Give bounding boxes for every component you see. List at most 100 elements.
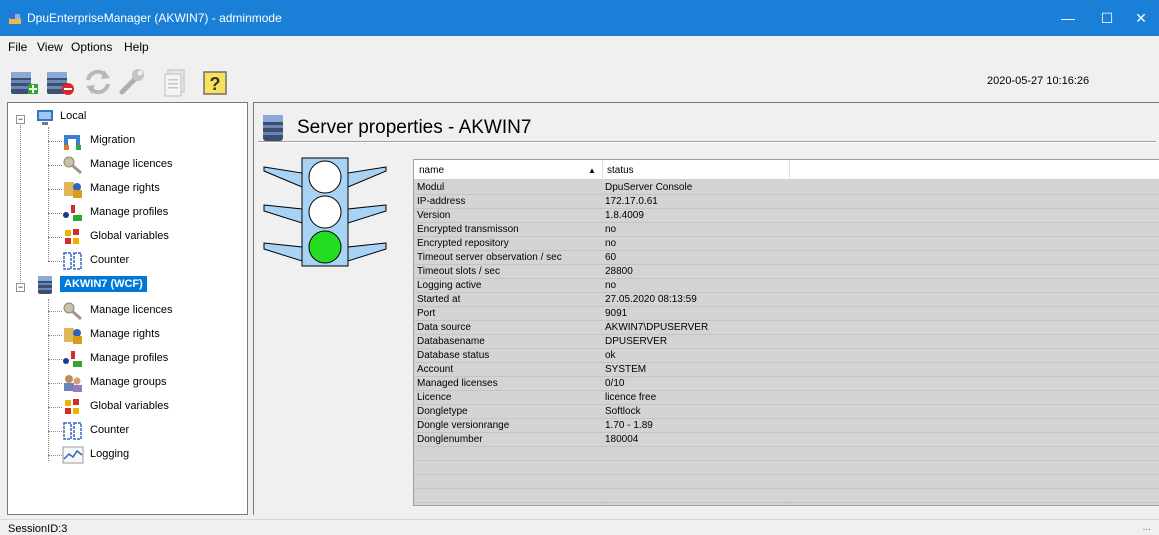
column-header-status[interactable]: status bbox=[607, 165, 634, 176]
table-row[interactable]: Version 1.8.4009 bbox=[414, 209, 1159, 223]
tree-node-local[interactable]: Local bbox=[28, 107, 228, 127]
property-value-cell: SYSTEM bbox=[605, 364, 647, 375]
remove-server-icon[interactable] bbox=[44, 66, 76, 98]
property-value-cell: AKWIN7\DPUSERVER bbox=[605, 322, 709, 333]
property-value-cell: DPUSERVER bbox=[605, 336, 668, 347]
table-row[interactable]: Database status ok bbox=[414, 349, 1159, 363]
tree-node-label: Counter bbox=[90, 424, 130, 436]
tree-branch-line bbox=[48, 165, 62, 166]
tree-node-server-manage-profiles[interactable]: Manage profiles bbox=[62, 349, 242, 369]
tree-branch-line bbox=[48, 359, 62, 360]
collapse-local-toggle[interactable]: − bbox=[16, 115, 25, 124]
green-lamp-on bbox=[308, 230, 342, 264]
table-row[interactable]: Donglenumber 180004 bbox=[414, 433, 1159, 447]
property-value-cell: no bbox=[605, 280, 617, 291]
tree-node-local-global-variables[interactable]: Global variables bbox=[62, 227, 242, 247]
table-row[interactable]: Licence licence free bbox=[414, 391, 1159, 405]
tree-node-local-manage-licences[interactable]: Manage licences bbox=[62, 155, 242, 175]
property-value-cell: DpuServer Console bbox=[605, 182, 693, 193]
server-icon bbox=[263, 115, 283, 141]
column-divider[interactable] bbox=[602, 160, 603, 180]
global-variables-icon bbox=[65, 399, 79, 414]
content-panel: Server properties - AKWIN7 name ▲ status… bbox=[253, 102, 1159, 515]
help-icon[interactable]: ? bbox=[199, 66, 231, 98]
table-row[interactable]: Databasename DPUSERVER bbox=[414, 335, 1159, 349]
table-row[interactable]: Managed licenses 0/10 bbox=[414, 377, 1159, 391]
page-title: Server properties - AKWIN7 bbox=[297, 117, 532, 138]
sort-ascending-icon: ▲ bbox=[588, 166, 596, 175]
tree-branch-line bbox=[48, 261, 62, 262]
property-name-cell: Modul bbox=[417, 182, 445, 193]
tree-node-label: Counter bbox=[90, 254, 130, 266]
properties-table[interactable]: name ▲ status Modul DpuServer Console IP-a… bbox=[413, 159, 1159, 506]
menu-file[interactable]: File bbox=[8, 40, 27, 54]
property-name-cell: Port bbox=[417, 308, 436, 319]
table-row[interactable]: Port 9091 bbox=[414, 307, 1159, 321]
table-row[interactable]: Timeout server observation / sec 60 bbox=[414, 251, 1159, 265]
document-icon[interactable] bbox=[160, 66, 192, 98]
tree-branch-line bbox=[48, 189, 62, 190]
title-divider bbox=[258, 141, 1156, 143]
property-name-cell: Logging active bbox=[417, 280, 482, 291]
tree-node-server-manage-rights[interactable]: Manage rights bbox=[62, 325, 242, 345]
column-divider[interactable] bbox=[789, 160, 790, 180]
tree-branch-line bbox=[48, 383, 62, 384]
close-button[interactable]: ✕ bbox=[1118, 0, 1159, 36]
property-name-cell: Dongletype bbox=[417, 406, 468, 417]
add-server-icon[interactable] bbox=[8, 66, 40, 98]
tree-node-local-counter[interactable]: Counter bbox=[62, 251, 242, 271]
settings-wrench-icon[interactable] bbox=[116, 66, 148, 98]
datetime-display: 2020-05-27 10:16:26 bbox=[987, 75, 1090, 87]
property-value-cell: Softlock bbox=[605, 406, 641, 417]
tree-node-label: Manage licences bbox=[90, 158, 173, 170]
table-row[interactable]: Data source AKWIN7\DPUSERVER bbox=[414, 321, 1159, 335]
collapse-server-toggle[interactable]: − bbox=[16, 283, 25, 292]
menu-options[interactable]: Options bbox=[71, 40, 112, 54]
column-header-name[interactable]: name bbox=[419, 165, 444, 176]
table-row[interactable] bbox=[414, 461, 1159, 475]
svg-text:?: ? bbox=[210, 74, 221, 94]
table-row[interactable]: Encrypted repository no bbox=[414, 237, 1159, 251]
menu-view[interactable]: View bbox=[37, 40, 63, 54]
global-variables-icon bbox=[65, 229, 79, 244]
key-icon bbox=[63, 302, 82, 321]
computer-icon bbox=[37, 110, 53, 125]
resize-grip[interactable]: ... bbox=[1143, 522, 1151, 533]
property-name-cell: Encrypted transmisson bbox=[417, 224, 519, 235]
table-row[interactable] bbox=[414, 447, 1159, 461]
tree-node-migration[interactable]: Migration bbox=[62, 131, 242, 151]
table-row[interactable] bbox=[414, 489, 1159, 503]
table-row[interactable]: Account SYSTEM bbox=[414, 363, 1159, 377]
table-row[interactable]: Modul DpuServer Console bbox=[414, 181, 1159, 195]
property-value-cell: 1.70 - 1.89 bbox=[605, 420, 653, 431]
table-row[interactable]: Logging active no bbox=[414, 279, 1159, 293]
tree-node-label: Manage rights bbox=[90, 182, 160, 194]
tree-node-server[interactable]: AKWIN7 (WCF) bbox=[34, 275, 234, 295]
tree-node-server-manage-licences[interactable]: Manage licences bbox=[62, 301, 242, 321]
tree-node-label: Manage groups bbox=[90, 376, 167, 388]
tree-node-server-logging[interactable]: Logging bbox=[62, 445, 242, 465]
traffic-light-icon bbox=[263, 157, 387, 267]
tree-node-server-manage-groups[interactable]: Manage groups bbox=[62, 373, 242, 393]
tree-node-label: Local bbox=[60, 110, 87, 122]
red-lamp-off bbox=[308, 160, 342, 194]
menu-help[interactable]: Help bbox=[124, 40, 149, 54]
table-row[interactable]: Started at 27.05.2020 08:13:59 bbox=[414, 293, 1159, 307]
property-value-cell: 172.17.0.61 bbox=[605, 196, 658, 207]
table-row[interactable]: Encrypted transmisson no bbox=[414, 223, 1159, 237]
tree-node-label: Logging bbox=[90, 448, 130, 460]
tree-guide-line bbox=[48, 299, 49, 461]
property-name-cell: Managed licenses bbox=[417, 378, 498, 389]
refresh-icon[interactable] bbox=[82, 66, 114, 98]
tree-node-server-counter[interactable]: Counter bbox=[62, 421, 242, 441]
tree-node-local-manage-rights[interactable]: Manage rights bbox=[62, 179, 242, 199]
table-row[interactable]: Timeout slots / sec 28800 bbox=[414, 265, 1159, 279]
tree-node-server-global-variables[interactable]: Global variables bbox=[62, 397, 242, 417]
groups-icon bbox=[64, 375, 82, 392]
property-name-cell: Started at bbox=[417, 294, 461, 305]
tree-node-local-manage-profiles[interactable]: Manage profiles bbox=[62, 203, 242, 223]
table-row[interactable]: IP-address 172.17.0.61 bbox=[414, 195, 1159, 209]
table-row[interactable]: Dongletype Softlock bbox=[414, 405, 1159, 419]
table-row[interactable] bbox=[414, 475, 1159, 489]
table-row[interactable]: Dongle versionrange 1.70 - 1.89 bbox=[414, 419, 1159, 433]
